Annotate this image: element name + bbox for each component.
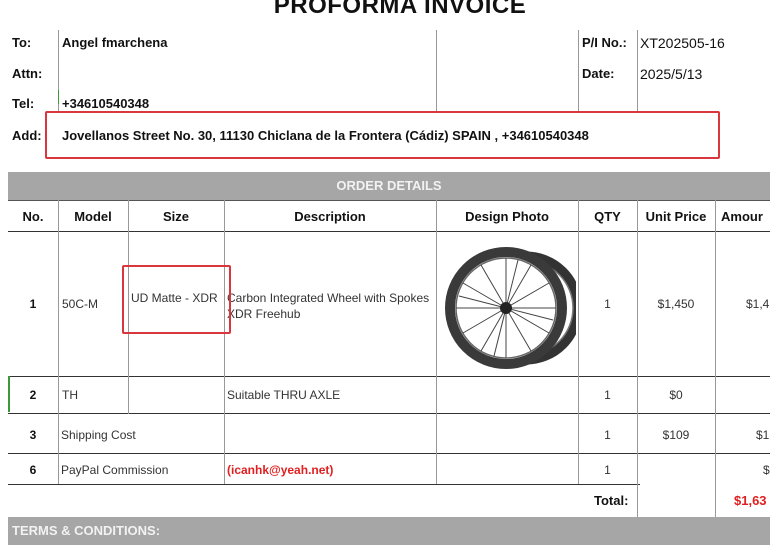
document-title: PROFORMA INVOICE (273, 0, 527, 19)
table-rule (8, 453, 770, 454)
col-header-no: No. (22, 209, 44, 224)
col-header-qty: QTY (594, 209, 621, 224)
total-label: Total: (594, 493, 629, 508)
row1-model: 50C-M (62, 297, 99, 311)
wheel-photo (445, 247, 576, 369)
row4-no: 6 (29, 463, 37, 477)
row1-unit-price: $1,450 (657, 297, 695, 311)
row4-amount: $ (763, 463, 770, 477)
row2-description: Suitable THRU AXLE (227, 388, 341, 402)
table-rule (8, 484, 640, 485)
col-header-description: Description (294, 209, 366, 224)
order-details-header: ORDER DETAILS (8, 172, 770, 200)
pi-number-value: XT202505-16 (640, 35, 725, 51)
row1-no: 1 (29, 297, 37, 311)
total-value: $1,63 (734, 493, 767, 508)
row1-amount: $1,4 (746, 297, 770, 311)
col-header-amount: Amour (721, 209, 763, 224)
table-col-divider (224, 200, 225, 484)
table-rule (8, 413, 770, 414)
header-divider (436, 30, 437, 112)
cell-cursor-mark (58, 90, 59, 104)
tel-value: +34610540348 (62, 96, 150, 111)
row2-unit-price: $0 (669, 388, 683, 402)
row3-model: Shipping Cost (61, 428, 136, 442)
table-rule (8, 200, 770, 201)
row1-description: Carbon Integrated Wheel with Spokes XDR … (227, 291, 430, 321)
row3-unit-price: $109 (662, 428, 690, 442)
to-value: Angel fmarchena (62, 35, 168, 50)
date-label: Date: (582, 66, 615, 81)
front-wheel-image (445, 247, 567, 369)
table-rule (8, 376, 770, 377)
row4-model: PayPal Commission (61, 463, 169, 477)
header-divider (637, 30, 638, 112)
col-header-size: Size (162, 209, 189, 224)
col-header-unit-price: Unit Price (645, 209, 707, 224)
row1-qty: 1 (604, 297, 611, 311)
col-header-design-photo: Design Photo (465, 209, 549, 224)
table-rule (8, 231, 770, 232)
tel-label: Tel: (12, 96, 35, 111)
attn-label: Attn: (12, 66, 43, 81)
size-highlight-box (122, 265, 231, 334)
row2-no: 2 (29, 388, 37, 402)
header-divider (578, 30, 579, 112)
row3-amount: $1 (756, 428, 770, 442)
pi-number-label: P/I No.: (582, 35, 627, 50)
col-header-model: Model (74, 209, 112, 224)
terms-header: TERMS & CONDITIONS: (8, 517, 770, 545)
row4-description: (icanhk@yeah.net) (227, 463, 334, 477)
table-col-divider (436, 200, 437, 484)
row4-qty: 1 (604, 463, 611, 477)
row3-no: 3 (29, 428, 37, 442)
table-col-divider (58, 200, 59, 484)
table-col-divider (637, 200, 638, 518)
date-value: 2025/5/13 (640, 66, 703, 82)
address-highlight-box (45, 111, 720, 159)
row2-model: TH (62, 388, 78, 402)
row2-qty: 1 (604, 388, 611, 402)
to-label: To: (12, 35, 32, 50)
table-col-divider (715, 200, 716, 518)
address-label: Add: (12, 128, 42, 143)
row3-qty: 1 (604, 428, 611, 442)
